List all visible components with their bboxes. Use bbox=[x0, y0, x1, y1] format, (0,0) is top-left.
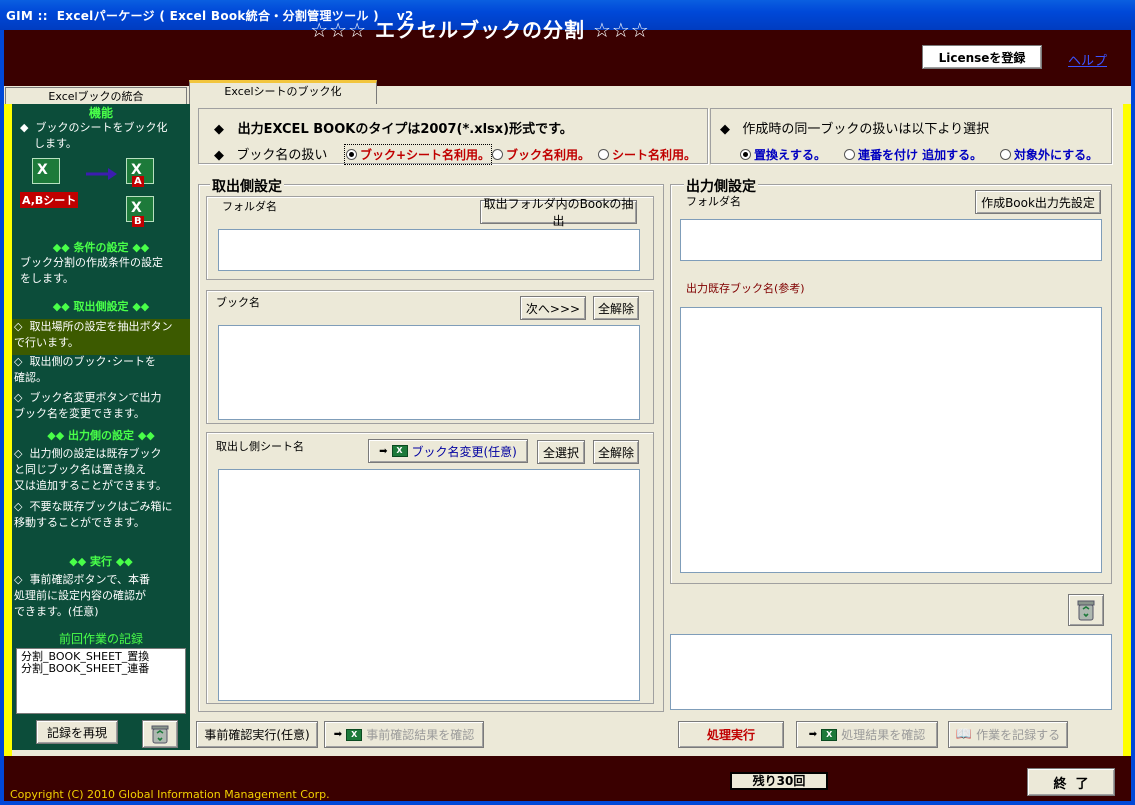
radio-dot[interactable] bbox=[492, 149, 503, 160]
execute-button[interactable]: 処理実行 bbox=[678, 721, 784, 748]
bookname-label: ◆ ブック名の扱い bbox=[214, 148, 328, 163]
sidebar-exec-item: ◇ 事前確認ボタンで、本番 処理前に設定内容の確認が できます。(任意) bbox=[14, 573, 151, 618]
arrow-right-icon bbox=[86, 168, 117, 180]
history-list[interactable]: 分割_BOOK_SHEET_置換 分割_BOOK_SHEET_連番 bbox=[16, 648, 186, 714]
copyright-text: Copyright (C) 2010 Global Information Ma… bbox=[10, 788, 330, 801]
output-type-text: ◆ 出力EXCEL BOOKのタイプは2007(*.xlsx)形式です。 bbox=[214, 122, 573, 137]
source-folder-label: フォルダ名 bbox=[222, 200, 277, 213]
sidebar-src-item: ◇ 取出場所の設定を抽出ボタン で行います。 bbox=[14, 320, 173, 349]
book-name-label: ブック名 bbox=[216, 296, 260, 309]
excel-book-icon: X bbox=[32, 158, 60, 184]
sidebar-out-item: ◇ 不要な既存ブックはごみ箱に 移動することができます。 bbox=[14, 500, 173, 529]
page-title: ☆☆☆ エクセルブックの分割 ☆☆☆ bbox=[310, 18, 650, 42]
excel-icon: X bbox=[391, 445, 408, 457]
book-clear-button[interactable]: 全解除 bbox=[593, 296, 639, 320]
excel-icon: X bbox=[346, 728, 363, 741]
radio-dot[interactable] bbox=[598, 149, 609, 160]
sheet-name-list[interactable] bbox=[218, 469, 640, 701]
radio-book-sheet-name[interactable]: ブック+シート名利用。 bbox=[343, 144, 493, 165]
radio-book-name[interactable]: ブック名利用。 bbox=[492, 146, 590, 163]
arrow-excel-icon: ➡ bbox=[808, 729, 818, 740]
radio-dot[interactable] bbox=[1000, 149, 1011, 160]
sidebar-cond-text: ブック分割の作成条件の設定 をします。 bbox=[20, 256, 163, 285]
extract-books-button[interactable]: 取出フォルダ内のBookの抽出 bbox=[480, 197, 637, 228]
record-work-button[interactable]: 📖 作業を記録する bbox=[948, 721, 1068, 748]
tab-split-sheets[interactable]: Excelシートのブック化 bbox=[189, 80, 377, 104]
sidebar-src-head: ◆◆ 取出側設定 ◆◆ bbox=[52, 300, 150, 313]
recycle-bin-icon bbox=[1077, 600, 1095, 621]
sidebar-title: 機能 bbox=[88, 106, 113, 120]
existing-books-list[interactable] bbox=[680, 307, 1102, 573]
radio-dot[interactable] bbox=[346, 149, 357, 160]
sidebar-out-item: ◇ 出力側の設定は既存ブック と同じブック名は置き換え 又は追加することができま… bbox=[14, 447, 167, 492]
output-dest-button[interactable]: 作成Book出力先設定 bbox=[975, 190, 1101, 214]
book-icon: 📖 bbox=[955, 727, 973, 742]
recycle-bin-icon bbox=[151, 725, 169, 744]
remaining-count-badge: 残り30回 bbox=[730, 772, 828, 790]
rename-book-button[interactable]: ➡ X ブック名変更(任意) bbox=[368, 439, 528, 463]
trash-button[interactable] bbox=[1068, 594, 1104, 626]
excel-icon: X bbox=[821, 728, 838, 741]
arrow-excel-icon: ➡ bbox=[379, 445, 388, 457]
list-item[interactable]: 分割_BOOK_SHEET_連番 bbox=[21, 663, 181, 675]
radio-sheet-name[interactable]: シート名利用。 bbox=[598, 146, 696, 163]
recycle-bin-button[interactable] bbox=[142, 720, 178, 748]
select-all-button[interactable]: 全選択 bbox=[537, 440, 585, 464]
output-folder-label: フォルダ名 bbox=[686, 195, 741, 208]
sidebar-out-head: ◆◆ 出力側の設定 ◆◆ bbox=[47, 429, 155, 442]
arrow-excel-icon: ➡ bbox=[333, 729, 343, 740]
tab-merge-books[interactable]: Excelブックの統合 bbox=[5, 87, 187, 105]
book-name-list[interactable] bbox=[218, 325, 640, 420]
sidebar-src-item: ◇ ブック名変更ボタンで出力 ブック名を変更できます。 bbox=[14, 391, 162, 420]
license-button[interactable]: Licenseを登録 bbox=[922, 45, 1042, 69]
precheck-result-button[interactable]: ➡ X 事前確認結果を確認 bbox=[324, 721, 484, 748]
history-title: 前回作業の記録 bbox=[58, 632, 143, 646]
exit-button[interactable]: 終 了 bbox=[1027, 768, 1115, 796]
next-button[interactable]: 次へ>>> bbox=[520, 296, 586, 320]
sidebar-exec-head: ◆◆ 実行 ◆◆ bbox=[69, 555, 133, 568]
sheet-name-label: 取出し側シート名 bbox=[216, 440, 304, 453]
sidebar-src-item: ◇ 取出側のブック･シートを 確認。 bbox=[14, 355, 156, 384]
radio-exclude[interactable]: 対象外にする。 bbox=[1000, 146, 1098, 163]
radio-append-serial[interactable]: 連番を付け 追加する。 bbox=[844, 146, 982, 163]
badge-a: A bbox=[132, 176, 144, 187]
sidebar-cond-head: ◆◆ 条件の設定 ◆◆ bbox=[52, 241, 150, 254]
result-check-button[interactable]: ➡ X 処理結果を確認 bbox=[796, 721, 938, 748]
output-folder-field[interactable] bbox=[680, 219, 1102, 261]
radio-dot[interactable] bbox=[844, 149, 855, 160]
radio-replace[interactable]: 置換えする。 bbox=[740, 146, 826, 163]
log-box[interactable] bbox=[670, 634, 1112, 710]
badge-ab-sheets: A,Bシート bbox=[20, 192, 79, 208]
replay-record-button[interactable]: 記録を再現 bbox=[36, 720, 118, 744]
badge-b: B bbox=[132, 216, 144, 227]
existing-books-label: 出力既存ブック名(参考) bbox=[686, 282, 805, 295]
same-book-label: ◆ 作成時の同一ブックの扱いは以下より選択 bbox=[720, 122, 990, 137]
radio-dot[interactable] bbox=[740, 149, 751, 160]
help-link[interactable]: ヘルプ bbox=[1068, 50, 1107, 69]
source-folder-field[interactable] bbox=[218, 229, 640, 271]
sidebar-intro: ◆ ブックのシートをブック化 します。 bbox=[20, 121, 168, 150]
source-title: 取出側設定 bbox=[210, 176, 284, 196]
precheck-button[interactable]: 事前確認実行(任意) bbox=[196, 721, 318, 748]
sheet-clear-button[interactable]: 全解除 bbox=[593, 440, 639, 464]
